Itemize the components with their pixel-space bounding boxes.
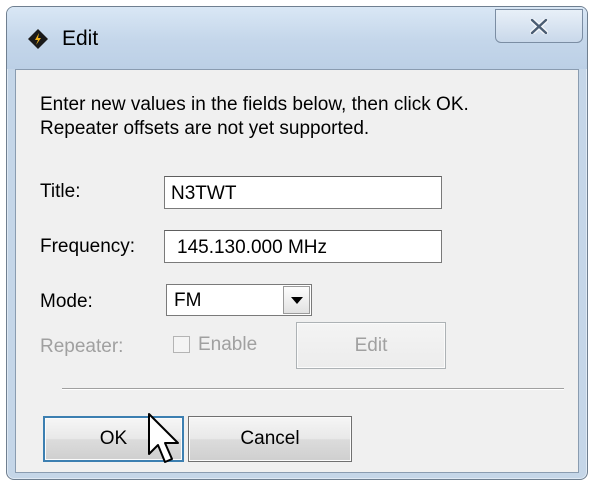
- instruction-line: Repeater offsets are not yet supported.: [40, 118, 370, 139]
- mode-label: Mode:: [40, 291, 93, 312]
- edit-dialog: Edit Enter new values in the fields belo…: [6, 6, 588, 480]
- dialog-body: Enter new values in the fields below, th…: [15, 69, 579, 473]
- separator: [62, 388, 564, 390]
- mouse-pointer-icon: [148, 413, 179, 463]
- mode-dropdown-button[interactable]: [283, 286, 310, 314]
- app-diamond-icon: [28, 29, 48, 49]
- repeater-edit-button[interactable]: Edit: [296, 322, 446, 369]
- title-label: Title:: [40, 181, 81, 202]
- cancel-button[interactable]: Cancel: [188, 416, 352, 462]
- instruction-line: Enter new values in the fields below, th…: [40, 94, 469, 115]
- mode-select[interactable]: FM: [166, 284, 312, 316]
- frequency-input[interactable]: [164, 230, 442, 263]
- repeater-label: Repeater:: [40, 336, 124, 357]
- frequency-label: Frequency:: [40, 236, 136, 257]
- close-button[interactable]: [495, 9, 583, 43]
- chevron-down-icon: [291, 297, 303, 304]
- instructions: Enter new values in the fields below, th…: [40, 93, 560, 141]
- title-bar[interactable]: Edit: [7, 7, 587, 69]
- title-input[interactable]: [164, 176, 442, 209]
- close-icon: [530, 19, 548, 34]
- repeater-enable-label: Enable: [198, 334, 258, 355]
- mode-selected-value: FM: [174, 290, 202, 311]
- window-title: Edit: [62, 27, 99, 50]
- repeater-enable-checkbox[interactable]: [173, 336, 190, 353]
